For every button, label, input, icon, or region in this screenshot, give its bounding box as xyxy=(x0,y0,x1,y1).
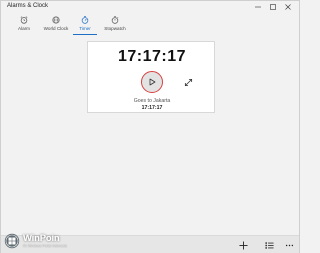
tab-label: Timer xyxy=(79,26,91,31)
stopwatch-icon xyxy=(111,16,119,24)
add-timer-button[interactable] xyxy=(236,239,250,251)
minimize-button[interactable] xyxy=(250,2,265,12)
winpoin-watermark: WinPoin #1 Windows Portal Indonesia xyxy=(4,231,67,251)
window-controls xyxy=(250,2,295,12)
tab-alarm[interactable]: Alarm xyxy=(7,13,41,35)
select-button[interactable] xyxy=(262,239,276,251)
maximize-button[interactable] xyxy=(265,2,280,12)
watermark-name: WinPoin xyxy=(23,233,60,244)
tab-label: World Clock xyxy=(43,26,69,31)
timer-card: 17:17:17 Goes to Jakarta 17:17:17 xyxy=(87,41,215,113)
tab-timer[interactable]: Timer xyxy=(68,13,102,35)
window-title: Alarms & Clock xyxy=(7,3,49,9)
world-clock-icon xyxy=(52,16,60,24)
alarm-icon xyxy=(20,16,28,24)
timer-remaining: 17:17:17 xyxy=(117,48,187,65)
tab-label: Alarm xyxy=(18,26,30,31)
minimize-icon xyxy=(254,6,261,8)
play-icon xyxy=(149,78,156,86)
watermark-tagline: #1 Windows Portal Indonesia xyxy=(23,244,67,248)
timer-destination-label: Goes to Jakarta xyxy=(133,98,171,104)
list-select-icon xyxy=(264,241,274,249)
more-button[interactable] xyxy=(282,239,296,251)
tab-bar: Alarm World Clock Timer Stopwatch xyxy=(1,13,299,35)
winpoin-logo-icon xyxy=(4,233,20,249)
more-icon xyxy=(285,244,293,246)
timer-icon xyxy=(81,16,89,24)
timer-destination-time: 17:17:17 xyxy=(141,105,163,111)
plus-icon xyxy=(238,240,248,250)
app-window: Alarms & Clock Alarm World Clock Timer S… xyxy=(0,0,300,253)
close-icon xyxy=(284,4,291,10)
title-bar: Alarms & Clock xyxy=(1,1,299,13)
expand-button[interactable] xyxy=(182,76,194,88)
expand-icon xyxy=(184,78,192,86)
tab-stopwatch[interactable]: Stopwatch xyxy=(98,13,132,35)
close-button[interactable] xyxy=(280,2,295,12)
maximize-icon xyxy=(269,4,276,10)
play-button[interactable] xyxy=(141,71,163,93)
tab-label: Stopwatch xyxy=(104,26,126,31)
